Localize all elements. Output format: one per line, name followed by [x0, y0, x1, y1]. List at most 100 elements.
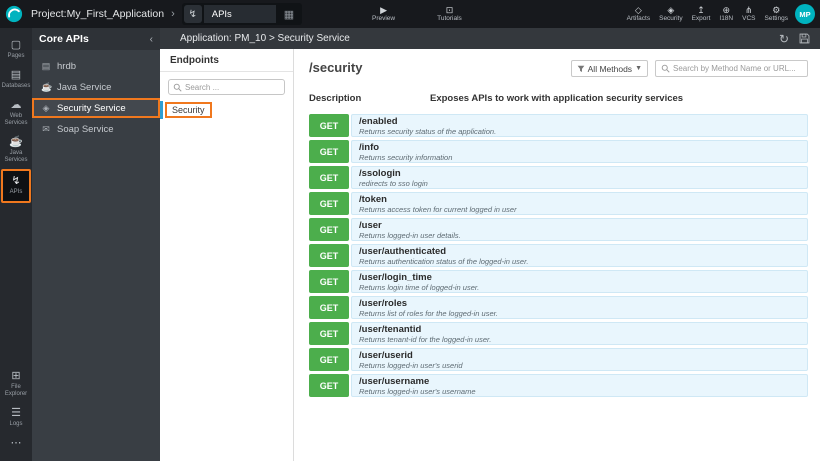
endpoint-row[interactable]: GET /ssologin redirects to sso login: [309, 166, 808, 189]
refresh-icon[interactable]: ↻: [779, 33, 789, 45]
sidebar-item-label: Pages: [7, 53, 25, 59]
method-badge[interactable]: GET: [309, 140, 349, 163]
method-badge[interactable]: GET: [309, 296, 349, 319]
export-icon: ↥: [697, 5, 705, 15]
toolbar-button[interactable]: ◇ Artifacts: [627, 5, 650, 23]
description-row: Description Exposes APIs to work with ap…: [309, 93, 808, 104]
sidebar-item[interactable]: ☰ Logs: [0, 403, 32, 433]
endpoint-row-body[interactable]: /token Returns access token for current …: [351, 192, 808, 215]
file-explorer-icon: ⊞: [11, 370, 21, 382]
endpoint-row[interactable]: GET /enabled Returns security status of …: [309, 114, 808, 137]
tab-apis-label: APIs: [211, 8, 232, 20]
endpoint-row[interactable]: GET /user/userid Returns logged-in user'…: [309, 348, 808, 371]
core-apis-title: Core APIs: [39, 33, 89, 45]
api-service-item[interactable]: ▤ hrdb: [32, 56, 160, 76]
endpoints-search[interactable]: [168, 79, 285, 95]
endpoint-row-body[interactable]: /user/roles Returns list of roles for th…: [351, 296, 808, 319]
api-detail-header: /security All Methods ▼: [295, 49, 820, 77]
toolbar-button[interactable]: ⚙ Settings: [765, 5, 789, 23]
sidebar-item[interactable]: ↯ APIs: [1, 169, 31, 203]
api-service-item[interactable]: ◈ Security Service: [32, 98, 160, 118]
save-icon[interactable]: [799, 33, 810, 44]
tutorials-button[interactable]: ⊡ Tutorials: [437, 5, 462, 23]
endpoint-row[interactable]: GET /token Returns access token for curr…: [309, 192, 808, 215]
endpoint-row-body[interactable]: /user/authenticated Returns authenticati…: [351, 244, 808, 267]
sidebar-item[interactable]: ⊞ File Explorer: [0, 366, 32, 403]
toolbar-button[interactable]: ↥ Export: [692, 5, 711, 23]
endpoint-row-body[interactable]: /user/username Returns logged-in user's …: [351, 374, 808, 397]
endpoint-row[interactable]: GET /user Returns logged-in user details…: [309, 218, 808, 241]
method-badge[interactable]: GET: [309, 218, 349, 241]
method-badge[interactable]: GET: [309, 192, 349, 215]
endpoint-path: /user/login_time: [359, 272, 432, 283]
api-detail-controls: All Methods ▼: [570, 60, 808, 77]
endpoint-row[interactable]: GET /user/authenticated Returns authenti…: [309, 244, 808, 267]
endpoint-row[interactable]: GET /user/roles Returns list of roles fo…: [309, 296, 808, 319]
method-badge[interactable]: GET: [309, 348, 349, 371]
core-apis-header: Core APIs ‹: [32, 28, 160, 50]
search-icon: [661, 64, 670, 73]
i18n-icon: ⊕: [722, 5, 731, 15]
sidebar-item[interactable]: ▤ Databases: [0, 65, 32, 95]
endpoint-row-body[interactable]: /user/userid Returns logged-in user's us…: [351, 348, 808, 371]
method-badge[interactable]: GET: [309, 374, 349, 397]
app-grid-icon[interactable]: ▦: [284, 8, 294, 21]
endpoint-row-body[interactable]: /user/login_time Returns login time of l…: [351, 270, 808, 293]
toolbar-button[interactable]: ◈ Security: [659, 5, 682, 23]
sidebar-item[interactable]: ▢ Pages: [0, 35, 32, 65]
pages-icon: ▢: [10, 39, 22, 51]
sidebar-item-label: Databases: [1, 83, 31, 89]
sidebar-item[interactable]: ☕ Java Services: [0, 132, 32, 169]
toolbar-button-label: Export: [691, 15, 711, 22]
sidebar-item[interactable]: ☁ Web Services: [0, 95, 32, 132]
endpoint-row[interactable]: GET /user/tenantid Returns tenant-id for…: [309, 322, 808, 345]
vcs-icon: ⋔: [745, 5, 753, 15]
method-search-input[interactable]: [673, 64, 802, 73]
brand-logo-icon[interactable]: [5, 5, 23, 23]
api-service-item[interactable]: ✉ Soap Service: [32, 119, 160, 139]
search-icon: [173, 83, 182, 92]
method-badge[interactable]: GET: [309, 244, 349, 267]
collapse-panel-icon[interactable]: ‹: [150, 34, 153, 45]
tutorials-icon: ⊡: [445, 5, 454, 15]
toolbar-button[interactable]: ⊕ I18N: [719, 5, 733, 23]
method-badge[interactable]: GET: [309, 322, 349, 345]
method-badge[interactable]: GET: [309, 166, 349, 189]
endpoint-path: /user/tenantid: [359, 324, 422, 335]
api-designer-icon: ↯: [183, 5, 202, 23]
sidebar-item-label: File Explorer: [4, 384, 28, 397]
sidebar-item-label: APIs: [9, 189, 23, 195]
endpoints-search-input[interactable]: [185, 82, 280, 92]
methods-filter-dropdown[interactable]: All Methods ▼: [570, 60, 648, 77]
endpoint-row-body[interactable]: /info Returns security information: [351, 140, 808, 163]
shield-icon: ◈: [42, 102, 50, 113]
endpoint-row-body[interactable]: /enabled Returns security status of the …: [351, 114, 808, 137]
left-nav-rail: ▢ Pages ▤ Databases ☁ Web Services ☕ Jav…: [0, 28, 32, 461]
tab-apis[interactable]: APIs: [203, 5, 276, 23]
avatar[interactable]: MP: [795, 4, 815, 24]
endpoint-row-body[interactable]: /user Returns logged-in user details.: [351, 218, 808, 241]
sidebar-item[interactable]: ⋯: [0, 433, 32, 456]
api-service-label: Java Service: [57, 81, 112, 93]
api-service-item[interactable]: ☕ Java Service: [32, 77, 160, 97]
endpoint-row-body[interactable]: /user/tenantid Returns tenant-id for the…: [351, 322, 808, 345]
endpoint-row-body[interactable]: /ssologin redirects to sso login: [351, 166, 808, 189]
endpoint-row[interactable]: GET /user/username Returns logged-in use…: [309, 374, 808, 397]
endpoint-row[interactable]: GET /user/login_time Returns login time …: [309, 270, 808, 293]
more-icon: ⋯: [10, 437, 22, 449]
filter-icon: [577, 65, 585, 73]
core-apis-panel: Core APIs ‹ ▤ hrdb ☕ Java Service ◈ Secu…: [32, 28, 160, 461]
method-badge[interactable]: GET: [309, 114, 349, 137]
core-apis-list: ▤ hrdb ☕ Java Service ◈ Security Service…: [32, 50, 160, 139]
project-name[interactable]: Project:My_First_Application: [31, 8, 164, 20]
method-search[interactable]: [655, 60, 808, 77]
endpoint-group-item[interactable]: Security: [160, 101, 293, 119]
endpoint-rows: GET /enabled Returns security status of …: [309, 114, 808, 397]
chevron-right-icon[interactable]: ›: [171, 8, 175, 20]
method-badge[interactable]: GET: [309, 270, 349, 293]
endpoint-row[interactable]: GET /info Returns security information: [309, 140, 808, 163]
top-bar: Project:My_First_Application › ↯ APIs ▦ …: [0, 0, 820, 28]
preview-button[interactable]: ▶ Preview: [372, 5, 395, 23]
api-service-label: Security Service: [57, 102, 126, 114]
toolbar-button[interactable]: ⋔ VCS: [742, 5, 755, 23]
